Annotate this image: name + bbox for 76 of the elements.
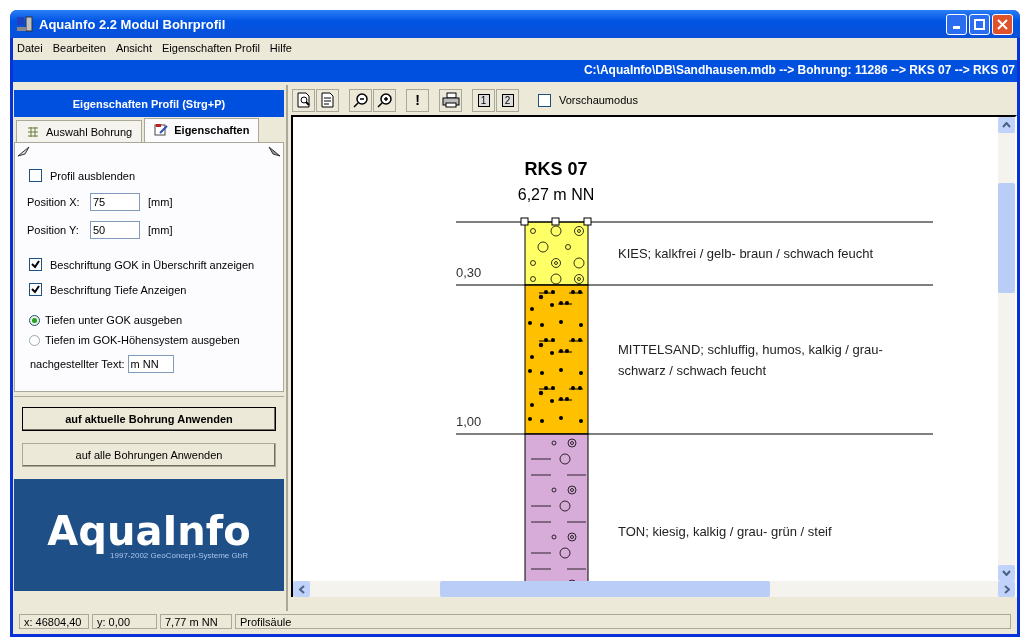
toolbar-button[interactable] — [439, 88, 462, 112]
unit-label: [mm] — [148, 224, 173, 236]
menu-item[interactable]: Bearbeiten — [52, 41, 106, 54]
horizontal-scrollbar[interactable] — [293, 581, 1015, 597]
input-field[interactable]: 50 — [90, 221, 140, 239]
checkmark-icon — [31, 285, 40, 294]
menu-item[interactable]: Datei — [17, 41, 43, 54]
field-label: Position Y: — [27, 224, 80, 236]
path-text: C:\AquaInfo\DB\Sandhausen.mdb --> Bohrung: 11286 --> RKS 07 --> RKS 07 — [13, 60, 1017, 82]
unit-label: [mm] — [148, 196, 173, 208]
tab[interactable]: Eigenschaften — [144, 118, 260, 142]
scroll-up-button[interactable] — [998, 117, 1015, 133]
close-button[interactable] — [992, 13, 1013, 35]
logo-caption: 1997-2002 GeoConcept-Systeme GbR — [110, 550, 248, 560]
panel-title: Eigenschaften Profil (Strg+P) — [72, 97, 226, 110]
minimize-icon — [953, 26, 960, 29]
minimize-button[interactable] — [946, 13, 967, 35]
checkbox[interactable]: Vorschaumodus — [530, 87, 638, 113]
toolbar-button[interactable] — [373, 88, 396, 112]
status-field: x: 46804,40 — [19, 614, 89, 629]
pointer-icon — [267, 145, 281, 157]
scroll-thumb[interactable] — [440, 581, 770, 597]
scroll-right-button[interactable] — [998, 581, 1015, 597]
menu-item[interactable]: Ansicht — [115, 41, 152, 54]
page-icon — [319, 92, 336, 108]
input-field[interactable]: m NN — [127, 355, 174, 373]
toolbar-button[interactable]: 2 — [496, 88, 519, 112]
printer-icon — [441, 92, 460, 108]
selection-handle[interactable] — [551, 217, 560, 226]
tab[interactable]: Auswahl Bohrung — [16, 120, 143, 142]
zoom-out-icon — [352, 92, 369, 108]
field-label: Position X: — [27, 196, 81, 208]
layer-description: KIES; kalkfrei / gelb- braun / schwach feucht — [618, 245, 874, 263]
radio-button[interactable]: Tiefen im GOK-Höhensystem ausgeben — [21, 330, 277, 350]
scroll-thumb[interactable] — [998, 183, 1015, 293]
radio-circle[interactable] — [29, 334, 40, 346]
toolbar-button[interactable]: 1 — [472, 88, 495, 112]
menu-item[interactable]: Eigenschaften Profil — [162, 41, 260, 54]
apply-button[interactable]: auf alle Bohrungen Anwenden — [22, 443, 276, 467]
window-title: AquaInfo 2.2 Modul Bohrprofil — [39, 16, 227, 32]
app-icon — [16, 16, 34, 32]
toolbar-button[interactable]: ! — [406, 88, 429, 112]
grid-icon — [26, 125, 40, 138]
checkbox[interactable]: Profil ausblenden — [21, 163, 277, 188]
pointer-icon — [17, 145, 31, 157]
radio-button[interactable]: Tiefen unter GOK ausgeben — [21, 310, 277, 330]
field-label: nachgestellter Text: — [30, 358, 125, 370]
radio-circle[interactable] — [29, 314, 40, 326]
layer-description: TON; kiesig, kalkig / grau- grün / steif — [618, 522, 832, 541]
selection-handle[interactable] — [583, 217, 592, 226]
vertical-scrollbar[interactable] — [998, 117, 1015, 581]
checkmark-icon — [31, 260, 40, 269]
toolbar-button[interactable] — [349, 88, 372, 112]
scroll-down-button[interactable] — [998, 565, 1015, 581]
close-icon — [997, 18, 1008, 30]
zoom-in-icon — [376, 92, 393, 108]
edit-icon — [154, 123, 169, 136]
checkbox[interactable]: Beschriftung GOK in Überschrift anzeigen — [21, 252, 277, 277]
profile-elevation: 6,27 m NN — [516, 186, 596, 204]
layer-description: MITTELSAND; schluffig, humos, kalkig / grau- schwarz / schwach feucht — [618, 340, 883, 380]
selection-handle[interactable] — [520, 217, 529, 226]
toolbar-button[interactable] — [292, 88, 315, 112]
status-field: y: 0,00 — [92, 614, 157, 629]
checkbox[interactable]: Beschriftung Tiefe Anzeigen — [21, 277, 277, 302]
page-preview-icon — [295, 92, 312, 108]
maximize-icon — [974, 18, 985, 30]
apply-button[interactable]: auf aktuelle Bohrung Anwenden — [22, 407, 276, 431]
maximize-button[interactable] — [969, 13, 990, 35]
profile-title: RKS 07 — [523, 159, 589, 180]
menu-item[interactable]: Hilfe — [269, 41, 292, 54]
status-field: Profilsäule — [235, 614, 1011, 629]
input-field[interactable]: 75 — [90, 193, 140, 211]
status-field: 7,77 m NN — [160, 614, 232, 629]
scroll-left-button[interactable] — [293, 581, 310, 597]
depth-label: 0,30 — [456, 265, 482, 280]
depth-label: 1,00 — [456, 414, 482, 429]
